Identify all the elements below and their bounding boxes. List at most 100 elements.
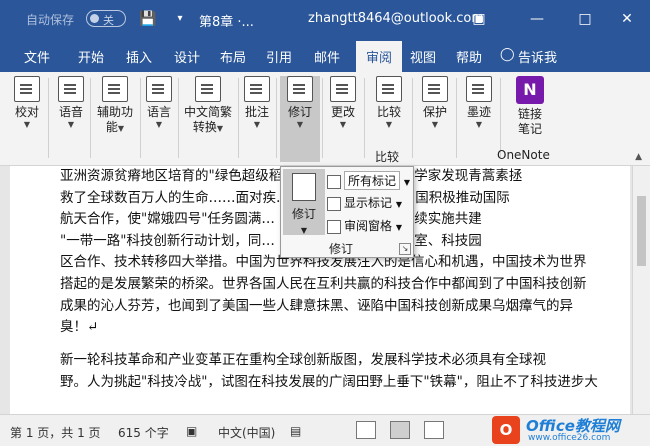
chevron-down-icon: ▼ [300,226,308,235]
group-label-tracking: 修订 [329,242,354,256]
chinese-conversion-button[interactable]: 中文简繁 转换▼ [180,76,236,135]
text-line: 野。人为挑起"科技冷战"，试图在科技发展的广阔田野上垂下"铁幕"，阻止不了科技进… [60,374,598,390]
language-icon [146,76,172,102]
language-button[interactable]: 语言 ▼ [142,76,176,130]
lock-icon [422,76,448,102]
minimize-icon[interactable]: — [524,6,550,32]
tab-insert[interactable]: 插入 [126,47,152,66]
macro-icon[interactable]: ▤ [290,424,301,438]
lightbulb-icon: ◯ [500,47,515,62]
divider [178,78,179,158]
proofing-button[interactable]: 校对 ▼ [8,76,46,130]
track-changes-button[interactable]: 修订 ▼ [283,169,325,235]
tracking-dropdown-panel: 修订 ▼ 所有标记 ▼ 显示标记 ▼ 审阅窗格 ▼ 修订 ↘ [280,166,414,258]
print-layout-icon[interactable] [390,421,410,439]
ribbon-display-icon[interactable]: ▣ [466,6,492,32]
chevron-down-icon: ▼ [403,178,410,187]
conversion-icon [195,76,221,102]
maximize-icon[interactable]: □ [572,6,598,32]
changes-button[interactable]: 更改 ▼ [326,76,360,130]
text-line: 成果的沁人芬芳，也闻到了美国一些人肆意抹黑、诬陷中国科技创新成果乌烟瘴气的异 [60,298,573,314]
tab-tell-me[interactable]: 告诉我 [518,47,557,66]
scroll-thumb[interactable] [637,196,646,266]
divider [276,78,277,158]
accessibility-icon [102,76,128,102]
group-label-compare: 比较 [375,150,400,164]
divider [140,78,141,158]
chevron-down-icon: ▼ [23,120,31,129]
watermark-url: www.office26.com [528,433,611,443]
tab-help[interactable]: 帮助 [456,47,482,66]
reviewing-pane-button[interactable]: 审阅窗格 ▼ [327,217,402,237]
tab-view[interactable]: 视图 [410,47,436,66]
text-line: 臭！↵ [60,319,99,335]
divider [48,78,49,158]
autosave-label: 自动保存 [26,13,75,27]
text-line: 新一轮科技革命和产业变革正在重构全球创新版图，发展科学技术必须具有全球视 [60,352,546,368]
chevron-down-icon: ▼ [385,120,393,129]
language-status[interactable]: 中文(中国) [218,424,275,441]
track-changes-icon [287,76,313,102]
proofing-status-icon[interactable]: ▣ [186,424,197,438]
chevron-down-icon: ▼ [431,120,439,129]
ribbon-tabs: 文件 开始 插入 设计 布局 引用 邮件 审阅 视图 帮助 ◯ 告诉我 [0,38,650,72]
protect-button[interactable]: 保护 ▼ [416,76,454,130]
chevron-down-icon: ▼ [216,124,224,133]
display-for-review-select[interactable]: 所有标记 ▼ [327,171,410,191]
chevron-down-icon: ▼ [67,120,75,129]
tracking-button[interactable]: 修订 ▼ [280,76,320,162]
tab-references[interactable]: 引用 [266,47,292,66]
comment-icon [244,76,270,102]
autosave-toggle[interactable]: 关 [86,10,126,27]
reviewing-pane-icon [327,219,341,234]
divider [90,78,91,158]
group-label-onenote: OneNote [497,148,550,162]
customize-qat-icon[interactable]: ▾ [170,9,190,29]
tab-mailings[interactable]: 邮件 [314,47,340,66]
divider [238,78,239,158]
save-icon[interactable]: 💾 [138,9,158,29]
page-count[interactable]: 第 1 页，共 1 页 [10,424,101,441]
show-markup-icon [327,196,341,211]
collapse-ribbon-icon[interactable]: ▲ [635,152,642,162]
read-mode-icon[interactable] [356,421,376,439]
divider [500,78,501,158]
divider [364,78,365,158]
compare-button[interactable]: 比较 ▼ [370,76,408,130]
speech-button[interactable]: 语音 ▼ [54,76,88,130]
autosave-state: 关 [103,14,114,27]
tab-file[interactable]: 文件 [24,47,50,66]
show-markup-button[interactable]: 显示标记 ▼ [327,194,402,214]
watermark-logo: O [492,416,520,444]
chevron-down-icon: ▼ [155,120,163,129]
chevron-down-icon: ▼ [395,200,402,209]
watermark: O Office教程网 www.office26.com [486,414,650,446]
comments-button[interactable]: 批注 ▼ [240,76,274,130]
vertical-scrollbar[interactable] [632,166,650,414]
text-line: 搭起的是发展繁荣的桥梁。世界各国人民在互利共赢的科技合作中都闻到了中国科技创新 [60,276,587,292]
chevron-down-icon: ▼ [117,124,125,133]
account-name[interactable]: zhangtt8464@outlook.com [308,11,484,26]
compare-icon [376,76,402,102]
ink-button[interactable]: 墨迹 ▼ [460,76,498,130]
tab-review[interactable]: 审阅 [356,41,403,72]
linked-notes-button[interactable]: N 链接 笔记 [508,76,552,137]
speech-icon [58,76,84,102]
word-count[interactable]: 615 个字 [118,424,169,441]
chevron-down-icon: ▼ [395,223,402,232]
dialog-launcher-icon[interactable]: ↘ [399,243,411,255]
chevron-down-icon: ▼ [339,120,347,129]
divider [456,78,457,158]
accessibility-button[interactable]: 辅助功 能▼ [92,76,138,135]
pen-icon [466,76,492,102]
web-layout-icon[interactable] [424,421,444,439]
tab-layout[interactable]: 布局 [220,47,246,66]
toggle-knob [90,14,99,23]
close-icon[interactable]: ✕ [614,6,640,32]
tab-home[interactable]: 开始 [78,47,104,66]
changes-icon [330,76,356,102]
onenote-icon: N [516,76,544,104]
tab-design[interactable]: 设计 [174,47,200,66]
divider [322,78,323,158]
chevron-down-icon: ▼ [475,120,483,129]
